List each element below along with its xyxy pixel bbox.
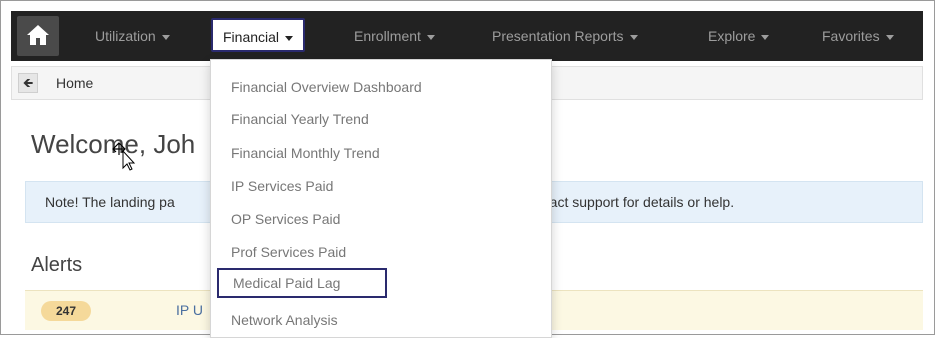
nav-enrollment[interactable]: Enrollment (354, 11, 435, 61)
nav-financial-label: Financial (223, 29, 280, 45)
nav-utilization[interactable]: Utilization (95, 11, 170, 61)
home-button[interactable] (17, 16, 59, 56)
caret-down-icon (426, 34, 435, 40)
nav-presentation-reports[interactable]: Presentation Reports (492, 11, 638, 61)
menu-item-financial-yearly-trend[interactable]: Financial Yearly Trend (231, 104, 369, 134)
caret-down-icon (761, 34, 770, 40)
menu-item-financial-monthly-trend[interactable]: Financial Monthly Trend (231, 138, 380, 168)
alert-count-badge: 247 (41, 301, 91, 321)
arrow-left-icon: 🡸 (22, 75, 34, 90)
nav-utilization-label: Utilization (95, 28, 156, 44)
financial-dropdown-menu: Financial Overview Dashboard Financial Y… (210, 59, 552, 338)
caret-down-icon (885, 34, 894, 40)
nav-explore-label: Explore (708, 28, 756, 44)
nav-favorites[interactable]: Favorites (822, 11, 894, 61)
top-navbar: Utilization Financial Enrollment Present… (11, 11, 923, 61)
move-cursor-icon (112, 142, 136, 171)
menu-item-prof-services-paid[interactable]: Prof Services Paid (231, 237, 346, 267)
nav-favorites-label: Favorites (822, 28, 880, 44)
nav-enrollment-label: Enrollment (354, 28, 421, 44)
nav-financial[interactable]: Financial (211, 18, 306, 52)
back-button[interactable]: 🡸 (18, 73, 38, 93)
menu-item-medical-paid-lag[interactable]: Medical Paid Lag (217, 268, 387, 298)
menu-item-op-services-paid[interactable]: OP Services Paid (231, 204, 340, 234)
menu-item-network-analysis[interactable]: Network Analysis (231, 305, 338, 335)
note-text-start: Note! The landing pa (45, 194, 175, 210)
menu-item-financial-overview-dashboard[interactable]: Financial Overview Dashboard (231, 72, 422, 102)
menu-item-ip-services-paid[interactable]: IP Services Paid (231, 171, 333, 201)
caret-down-icon (285, 35, 294, 41)
nav-presentation-reports-label: Presentation Reports (492, 28, 624, 44)
breadcrumb-home-link[interactable]: Home (56, 67, 93, 99)
note-text-end: ntact support for details or help. (538, 194, 735, 210)
screen-frame: Utilization Financial Enrollment Present… (0, 0, 935, 338)
home-icon (27, 25, 49, 45)
caret-down-icon (629, 34, 638, 40)
nav-explore[interactable]: Explore (708, 11, 770, 61)
alert-link[interactable]: IP U (176, 291, 203, 329)
caret-down-icon (161, 34, 170, 40)
alerts-heading: Alerts (31, 254, 83, 276)
